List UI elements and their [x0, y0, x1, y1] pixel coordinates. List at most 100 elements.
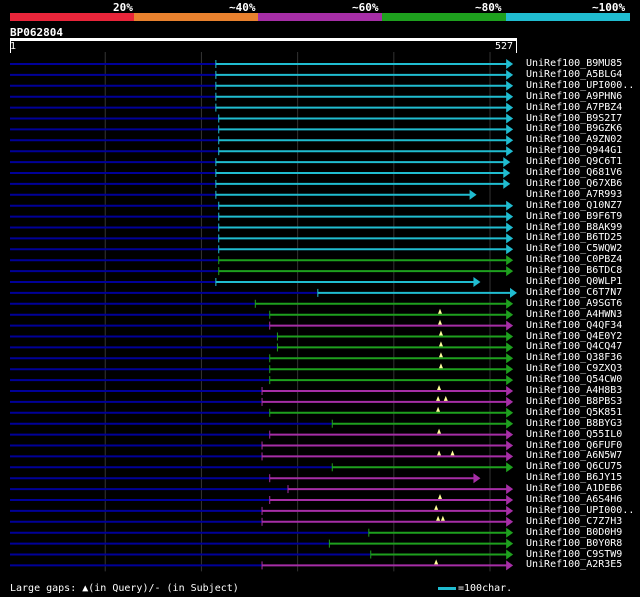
hit-row[interactable] — [10, 319, 514, 331]
hit-label[interactable]: UniRef100_Q10NZ7 — [526, 200, 622, 211]
hit-label[interactable]: UniRef100_A5BLG4 — [526, 69, 622, 80]
hit-row[interactable] — [10, 395, 514, 407]
hit-row[interactable] — [10, 124, 514, 135]
hit-label[interactable]: UniRef100_B8PBS3 — [526, 396, 622, 407]
hit-end-arrow — [506, 266, 514, 277]
hit-row[interactable] — [10, 113, 514, 124]
hit-row[interactable] — [10, 418, 514, 429]
hit-label[interactable]: UniRef100_Q38F36 — [526, 352, 622, 363]
hit-label[interactable]: UniRef100_B8AK99 — [526, 222, 622, 233]
hit-label[interactable]: UniRef100_Q54CW0 — [526, 374, 622, 385]
hit-label[interactable]: UniRef100_B9MU85 — [526, 58, 622, 69]
hit-row[interactable] — [10, 189, 477, 200]
hit-row[interactable] — [10, 233, 514, 244]
hit-label[interactable]: UniRef100_Q9C6T1 — [526, 156, 622, 167]
hit-row[interactable] — [10, 157, 511, 168]
hit-label[interactable]: UniRef100_A4HWN3 — [526, 309, 622, 320]
hit-row[interactable] — [10, 527, 514, 538]
hit-row[interactable] — [10, 473, 481, 484]
hit-row[interactable] — [10, 341, 514, 353]
hit-end-arrow — [506, 146, 514, 157]
hit-label[interactable]: UniRef100_B6TDC8 — [526, 265, 622, 276]
hit-row[interactable] — [10, 91, 514, 102]
hit-label[interactable]: UniRef100_B6TD25 — [526, 232, 622, 243]
hit-row[interactable] — [10, 538, 514, 549]
hit-row[interactable] — [10, 330, 514, 342]
hit-row[interactable] — [10, 352, 514, 364]
hit-label[interactable]: UniRef100_Q5K851 — [526, 407, 622, 418]
hit-label[interactable]: UniRef100_B9F6T9 — [526, 211, 622, 222]
hit-label[interactable]: UniRef100_B6JY15 — [526, 472, 622, 483]
hit-label[interactable]: UniRef100_A7R993 — [526, 189, 622, 200]
hit-row[interactable] — [10, 59, 514, 69]
hit-row[interactable] — [10, 178, 511, 189]
hit-label[interactable]: UniRef100_A9PHN6 — [526, 91, 622, 102]
hit-row[interactable] — [10, 102, 514, 113]
hit-row[interactable] — [10, 244, 514, 255]
hit-row[interactable] — [10, 494, 514, 505]
hit-row[interactable] — [10, 277, 481, 287]
hit-label[interactable]: UniRef100_Q6CU75 — [526, 461, 622, 472]
hit-label[interactable]: UniRef100_C9STW9 — [526, 549, 622, 560]
hit-row[interactable] — [10, 484, 514, 495]
hit-row[interactable] — [10, 406, 514, 418]
hit-label[interactable]: UniRef100_A2R3E5 — [526, 559, 622, 570]
hit-row[interactable] — [10, 549, 514, 560]
hit-row[interactable] — [10, 363, 514, 375]
hit-label[interactable]: UniRef100_B0Y0R8 — [526, 538, 622, 549]
hit-label[interactable]: UniRef100_Q4E0Y2 — [526, 331, 622, 342]
hit-row[interactable] — [10, 515, 514, 527]
hit-row[interactable] — [10, 135, 514, 146]
hit-row[interactable] — [10, 298, 514, 309]
hit-label[interactable]: UniRef100_Q0WLP1 — [526, 276, 622, 287]
hit-label[interactable]: UniRef100_C7Z7H3 — [526, 516, 622, 527]
hit-row[interactable] — [10, 462, 514, 473]
hit-label[interactable]: UniRef100_Q4QF34 — [526, 320, 622, 331]
hit-label[interactable]: UniRef100_A9SGT6 — [526, 298, 622, 309]
hit-label[interactable]: UniRef100_C5WQW2 — [526, 243, 622, 254]
hit-row[interactable] — [10, 385, 514, 396]
hit-label[interactable]: UniRef100_Q944G1 — [526, 145, 622, 156]
hit-label[interactable]: UniRef100_Q67XB6 — [526, 178, 622, 189]
hit-label[interactable]: UniRef100_B8BYG3 — [526, 418, 622, 429]
hit-label[interactable]: UniRef100_C6T7N7 — [526, 287, 622, 298]
hit-row[interactable] — [10, 428, 514, 440]
hit-label[interactable]: UniRef100_B9GZK6 — [526, 123, 622, 134]
hit-row[interactable] — [10, 450, 514, 462]
hit-row[interactable] — [10, 168, 511, 178]
hit-label[interactable]: UniRef100_A4H8B3 — [526, 385, 622, 396]
hit-row[interactable] — [10, 211, 514, 222]
query-gap-marker — [434, 504, 439, 510]
hit-row[interactable] — [10, 80, 514, 91]
hit-label[interactable]: UniRef100_Q681V6 — [526, 167, 622, 178]
hit-row[interactable] — [10, 266, 514, 277]
hit-label[interactable]: UniRef100_A1DEB6 — [526, 483, 622, 494]
hit-label[interactable]: UniRef100_A6S4H6 — [526, 494, 622, 505]
hit-row[interactable] — [10, 287, 517, 298]
hit-row[interactable] — [10, 200, 514, 211]
hit-label[interactable]: UniRef100_UPI000.. — [526, 505, 634, 516]
hit-row[interactable] — [10, 69, 514, 80]
hit-row[interactable] — [10, 375, 514, 386]
hit-label[interactable]: UniRef100_Q4CQ47 — [526, 341, 622, 352]
hit-end-arrow — [506, 91, 514, 102]
hit-row[interactable] — [10, 504, 514, 516]
hit-label[interactable]: UniRef100_Q55IL0 — [526, 429, 622, 440]
hit-label[interactable]: UniRef100_B9S2I7 — [526, 113, 622, 124]
hit-label[interactable]: UniRef100_Q6FUF0 — [526, 440, 622, 451]
hit-label[interactable]: UniRef100_C9ZXQ3 — [526, 363, 622, 374]
hit-label[interactable]: UniRef100_C0PBZ4 — [526, 254, 622, 265]
hit-label[interactable]: UniRef100_UPI000.. — [526, 80, 634, 91]
hit-row[interactable] — [10, 222, 514, 233]
hit-label[interactable]: UniRef100_B0D0H9 — [526, 527, 622, 538]
hit-label[interactable]: UniRef100_A7PBZ4 — [526, 102, 622, 113]
hit-row[interactable] — [10, 146, 514, 157]
hit-end-arrow — [503, 168, 511, 178]
hit-row[interactable] — [10, 255, 514, 266]
hit-label[interactable]: UniRef100_A9ZN02 — [526, 134, 622, 145]
hit-row[interactable] — [10, 559, 514, 571]
hit-row[interactable] — [10, 440, 514, 451]
hit-label[interactable]: UniRef100_A6N5W7 — [526, 450, 622, 461]
query-gap-marker — [438, 363, 443, 369]
hit-row[interactable] — [10, 308, 514, 320]
